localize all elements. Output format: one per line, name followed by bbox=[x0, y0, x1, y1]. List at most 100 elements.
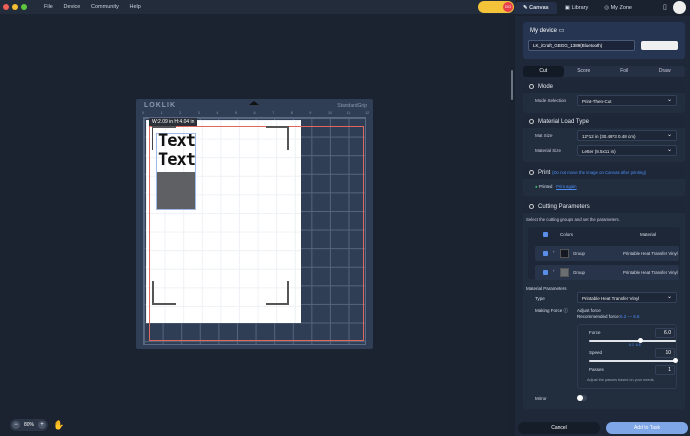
book-icon[interactable]: ▯ bbox=[663, 3, 667, 11]
registration-mark bbox=[266, 303, 289, 305]
colors-header: Colors bbox=[560, 232, 573, 237]
machine-image bbox=[641, 41, 678, 50]
print-header[interactable]: Print (Do not move the image on Canvas a… bbox=[523, 167, 685, 179]
feed-direction-icon bbox=[249, 101, 259, 105]
dimension-label: W:2.09 in H:4.04 in bbox=[149, 118, 197, 126]
menu-file[interactable]: File bbox=[44, 4, 53, 10]
mode-section: Mode Mode Selection Print-Then-Cut bbox=[523, 81, 685, 113]
print-section: Print (Do not move the image on Canvas a… bbox=[523, 167, 685, 196]
tab-draw[interactable]: Draw bbox=[645, 66, 686, 77]
menu-help[interactable]: Help bbox=[130, 4, 141, 10]
registration-mark bbox=[152, 126, 153, 150]
cutting-parameters-section: Cutting Parameters Select the cutting gr… bbox=[523, 201, 685, 409]
zoom-out-button[interactable]: − bbox=[12, 421, 20, 429]
range-high: 6.6 bbox=[636, 343, 641, 347]
mode-tabs: Cut Score Foil Draw bbox=[523, 66, 685, 77]
mode-select[interactable]: Print-Then-Cut bbox=[577, 95, 677, 106]
tab-foil[interactable]: Foil bbox=[604, 66, 645, 77]
avatar[interactable] bbox=[673, 1, 686, 14]
registration-mark bbox=[152, 303, 176, 305]
cutting-group-row[interactable]: ›GroupPrintable Heat Transfer Vinyl bbox=[535, 265, 679, 280]
mode-header[interactable]: Mode bbox=[523, 81, 685, 93]
tab-score[interactable]: Score bbox=[564, 66, 605, 77]
material-size-label: Material Size bbox=[535, 148, 561, 153]
title-bar: File Device Community Help bbox=[0, 0, 515, 14]
device-card: My device ▭ LK_iCraft_GBGG_1389(Bluetoot… bbox=[523, 22, 685, 59]
group-checkbox[interactable] bbox=[543, 251, 548, 256]
minimize-window-button[interactable] bbox=[12, 4, 18, 10]
ruler-tick: 10 bbox=[328, 111, 332, 115]
ruler-tick: 9 bbox=[309, 111, 311, 115]
type-select[interactable]: Printable Heat Transfer Vinyl bbox=[577, 292, 677, 303]
mat-size-label: Mat Size bbox=[535, 133, 553, 138]
ruler-tick: 8 bbox=[291, 111, 293, 115]
tab-library[interactable]: ▣ Library bbox=[557, 2, 597, 14]
device-icon: ▭ bbox=[559, 28, 565, 34]
zoom-control: − 80% + bbox=[10, 419, 48, 431]
force-input[interactable]: 6.0 bbox=[655, 328, 675, 338]
info-icon[interactable]: ⓘ bbox=[564, 308, 569, 313]
close-window-button[interactable] bbox=[3, 4, 9, 10]
chevron-right-icon[interactable]: › bbox=[553, 249, 554, 254]
mat-type: StandardGrip bbox=[337, 103, 367, 109]
check-icon: ● bbox=[535, 184, 538, 189]
mat-size-select[interactable]: 12*12 in (30.48*3 0.48 cm) bbox=[577, 130, 677, 141]
material-load-section: Material Load Type Mat Size 12*12 in (30.… bbox=[523, 116, 685, 162]
menu-community[interactable]: Community bbox=[91, 4, 119, 10]
speed-slider[interactable] bbox=[589, 360, 676, 362]
ruler-tick: 0 bbox=[142, 111, 144, 115]
device-select[interactable]: LK_iCraft_GBGG_1389(Bluetooth) bbox=[528, 40, 635, 51]
scrollbar[interactable] bbox=[511, 70, 513, 100]
tab-my-zone[interactable]: ◎ My Zone bbox=[596, 2, 640, 14]
group-name: Group bbox=[573, 270, 585, 275]
force-label: Force bbox=[589, 330, 601, 335]
group-checkbox[interactable] bbox=[543, 270, 548, 275]
select-all-checkbox[interactable] bbox=[543, 232, 548, 237]
material-load-header[interactable]: Material Load Type bbox=[523, 116, 685, 128]
promo-go[interactable]: GO bbox=[503, 2, 513, 12]
tab-canvas[interactable]: ✎ Canvas bbox=[515, 2, 557, 14]
print-again-link[interactable]: Print again bbox=[556, 184, 577, 189]
recommended-range: 6.2 --- 6.6 bbox=[620, 314, 640, 319]
registration-mark bbox=[287, 126, 289, 150]
speed-input[interactable]: 10 bbox=[655, 348, 675, 358]
text-object[interactable]: Text bbox=[158, 131, 195, 151]
cancel-button[interactable]: Cancel bbox=[518, 422, 600, 434]
material-header: Material bbox=[640, 232, 656, 237]
ruler-tick: 5 bbox=[235, 111, 237, 115]
registration-mark bbox=[287, 281, 289, 305]
force-slider[interactable] bbox=[589, 340, 676, 342]
ruler-tick: 3 bbox=[198, 111, 200, 115]
range-low: 6.2 bbox=[629, 343, 634, 347]
group-color-swatch bbox=[560, 268, 569, 277]
zoom-in-button[interactable]: + bbox=[38, 421, 46, 429]
registration-mark bbox=[266, 126, 288, 128]
hand-tool-icon[interactable]: ✋ bbox=[53, 420, 64, 431]
tab-cut[interactable]: Cut bbox=[523, 66, 564, 77]
passes-input[interactable]: 1 bbox=[655, 365, 675, 375]
mode-label: Mode Selection bbox=[535, 98, 566, 103]
add-to-task-button[interactable]: Add to Task bbox=[606, 422, 688, 434]
mirror-label: Mirror bbox=[535, 396, 547, 401]
mat-brand: LOKLIK bbox=[144, 102, 176, 109]
menu-device[interactable]: Device bbox=[64, 4, 81, 10]
text-object[interactable]: Text bbox=[158, 150, 195, 170]
mirror-toggle[interactable] bbox=[577, 395, 587, 401]
speed-slider-handle[interactable] bbox=[673, 358, 678, 363]
ruler-tick: 2 bbox=[179, 111, 181, 115]
group-name: Group bbox=[573, 251, 585, 256]
cutting-mat: LOKLIK StandardGrip 0123456789101112 Tex… bbox=[136, 99, 373, 349]
maximize-window-button[interactable] bbox=[21, 4, 27, 10]
chevron-right-icon[interactable]: › bbox=[553, 268, 554, 273]
ruler-tick: 4 bbox=[216, 111, 218, 115]
material-size-select[interactable]: Letter (8.5x11 in) bbox=[577, 145, 677, 156]
ruler-tick: 7 bbox=[272, 111, 274, 115]
recommended-label: Recommended force: bbox=[577, 314, 620, 319]
cutting-group-row[interactable]: ›GroupPrintable Heat Transfer Vinyl bbox=[535, 246, 679, 261]
cutting-header[interactable]: Cutting Parameters bbox=[523, 201, 685, 213]
print-status: Printed bbox=[539, 184, 553, 189]
registration-mark bbox=[152, 126, 176, 128]
cutting-hint: Select the cutting groups and set the pa… bbox=[523, 213, 685, 222]
promo-badge[interactable]: GO bbox=[478, 1, 514, 13]
square-shape[interactable] bbox=[157, 172, 195, 209]
